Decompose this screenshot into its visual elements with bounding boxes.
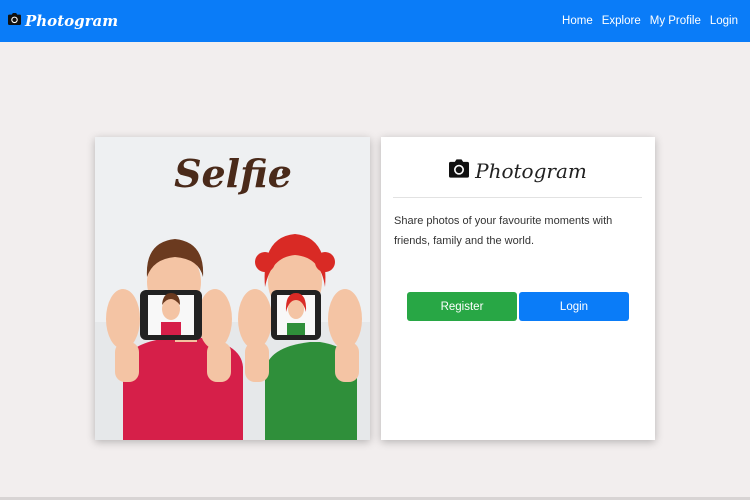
register-button[interactable]: Register xyxy=(407,292,517,321)
navbar: Photogram Home Explore My Profile Login xyxy=(0,0,750,42)
login-button[interactable]: Login xyxy=(519,292,629,321)
card-brand-name: Photogram xyxy=(475,159,587,183)
nav-links: Home Explore My Profile Login xyxy=(562,15,738,27)
selfie-illustration: Selfie xyxy=(95,137,370,440)
selfie-title: Selfie xyxy=(174,151,292,196)
card-description: Share photos of your favourite moments w… xyxy=(394,215,613,247)
nav-explore-link[interactable]: Explore xyxy=(602,15,641,27)
camera-icon xyxy=(449,159,470,183)
divider xyxy=(393,197,642,198)
welcome-card: Photogram Share photos of your favourite… xyxy=(381,137,655,440)
nav-home-link[interactable]: Home xyxy=(562,15,593,27)
nav-login-link[interactable]: Login xyxy=(710,15,738,27)
camera-icon xyxy=(8,12,21,30)
selfie-illustration-card: Selfie xyxy=(95,137,370,440)
card-brand: Photogram xyxy=(381,159,655,183)
brand-name: Photogram xyxy=(25,12,119,30)
nav-my-profile-link[interactable]: My Profile xyxy=(650,15,701,27)
navbar-brand[interactable]: Photogram xyxy=(8,12,118,30)
